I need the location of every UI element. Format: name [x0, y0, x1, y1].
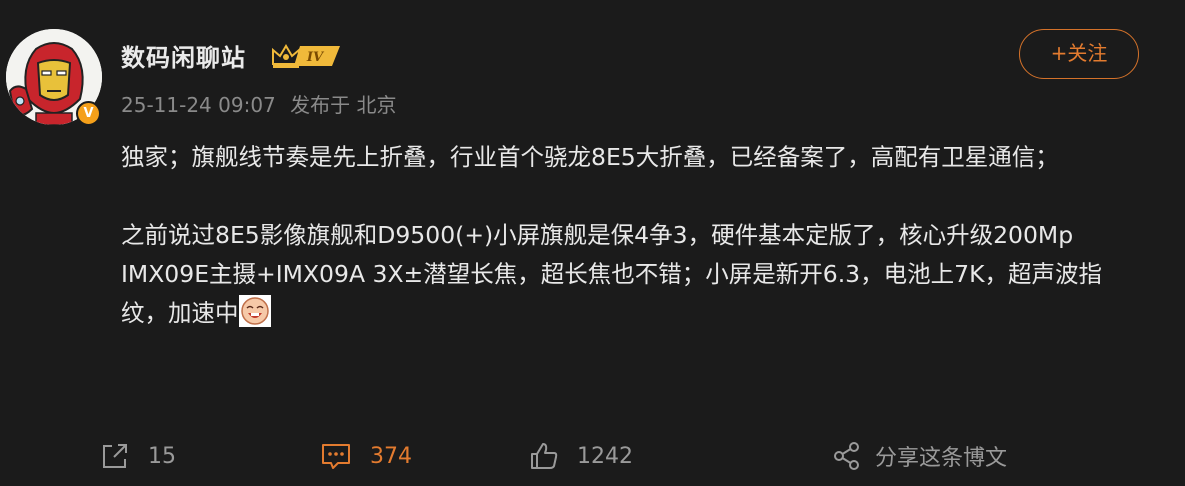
- comment-count: 374: [370, 443, 412, 469]
- vip-badge[interactable]: IV: [270, 40, 342, 74]
- repost-button[interactable]: 15: [100, 436, 176, 476]
- share-icon: [834, 442, 859, 470]
- thumbs-up-icon: [531, 443, 558, 469]
- post-paragraph: 独家；旗舰线节奏是先上折叠，行业首个骁龙8E5大折叠，已经备案了，高配有卫星通信…: [121, 143, 1059, 171]
- post-source: 发布于 北京: [290, 93, 397, 117]
- verified-badge: V: [76, 101, 101, 126]
- laughing-emoji-icon: [238, 295, 271, 327]
- like-button[interactable]: 1242: [529, 436, 633, 476]
- repost-icon: [103, 444, 127, 468]
- repost-count: 15: [148, 443, 176, 469]
- action-bar: 15 374 1242 分享这条博文: [0, 436, 1185, 476]
- share-button[interactable]: 分享这条博文: [833, 436, 1007, 476]
- vip-level: IV: [306, 50, 325, 65]
- post-timestamp[interactable]: 25-11-24 09:07: [121, 93, 276, 117]
- like-count: 1242: [577, 443, 633, 469]
- follow-button[interactable]: +关注: [1019, 29, 1139, 79]
- post-body: 独家；旗舰线节奏是先上折叠，行业首个骁龙8E5大折叠，已经备案了，高配有卫星通信…: [121, 138, 1141, 333]
- post-paragraph: 之前说过8E5影像旗舰和D9500(+)小屏旗舰是保4争3，硬件基本定版了，核心…: [121, 216, 1141, 333]
- post-meta: 25-11-24 09:07 发布于 北京: [121, 89, 405, 118]
- comment-icon: [322, 444, 350, 469]
- comment-button[interactable]: 374: [320, 436, 412, 476]
- crown-icon: IV: [272, 44, 340, 68]
- share-label: 分享这条博文: [875, 446, 1008, 471]
- username[interactable]: 数码闲聊站: [121, 38, 246, 73]
